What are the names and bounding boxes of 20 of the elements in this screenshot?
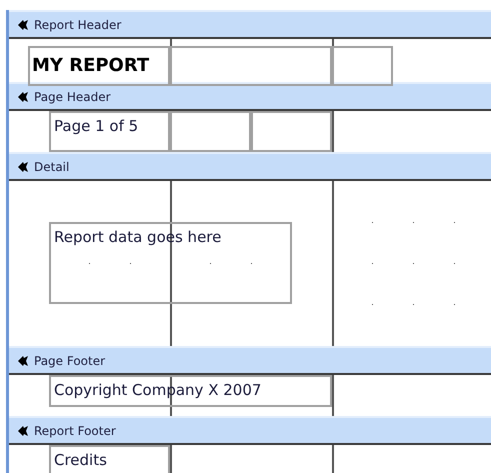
section-arrow-icon [17,18,29,30]
report-label[interactable]: Page 1 of 5 [49,111,170,152]
report-label[interactable]: MY REPORT [28,46,170,86]
empty-control[interactable] [170,46,332,86]
section-bar[interactable]: Page Footer [9,346,491,373]
section-arrow-icon [17,424,29,436]
section-bar[interactable]: Report Header [9,10,491,37]
report-label[interactable]: Credits [49,445,170,473]
empty-control[interactable] [332,46,393,86]
section-title: Page Header [34,90,111,104]
section-title: Detail [34,160,70,174]
section-arrow-icon [17,354,29,366]
section-arrow-icon [17,90,29,102]
section-arrow-icon [17,160,29,172]
section-title: Report Header [34,18,122,32]
section-title: Page Footer [34,354,106,368]
section-bar[interactable]: Page Header [9,82,491,109]
section-bar[interactable]: Report Footer [9,416,491,443]
section-title: Report Footer [34,424,116,438]
section-bar[interactable]: Detail [9,152,491,179]
